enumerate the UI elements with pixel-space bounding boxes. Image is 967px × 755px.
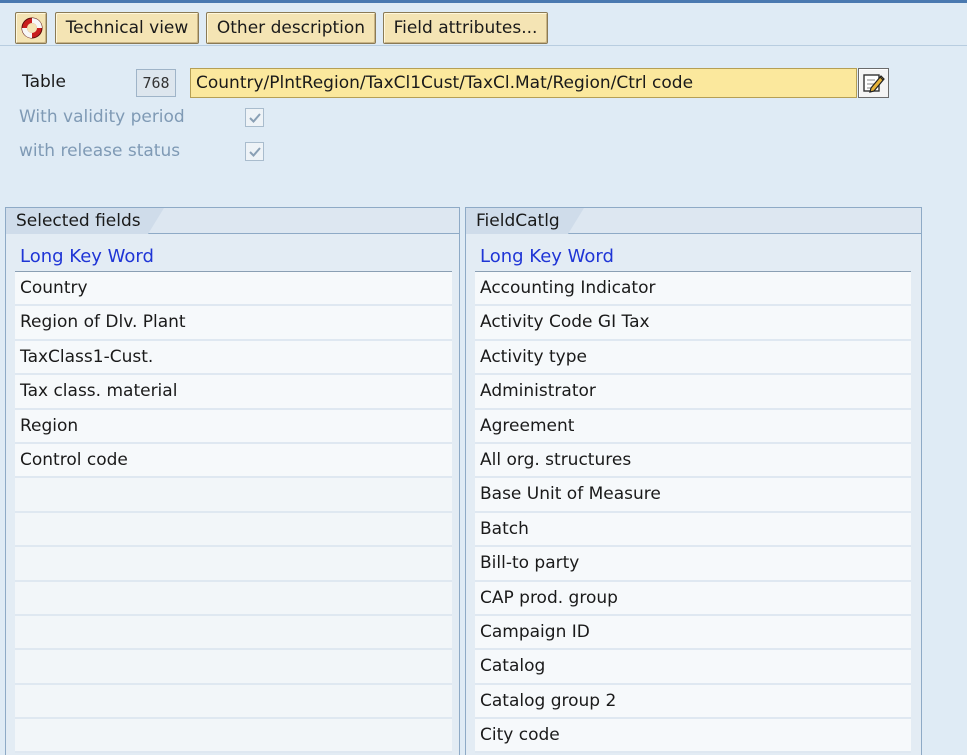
selected-field-row[interactable] — [15, 547, 452, 582]
technical-view-button[interactable]: Technical view — [55, 12, 199, 44]
catalog-field-row[interactable]: CAP prod. group — [475, 581, 911, 616]
catalog-field-row[interactable]: Catalog — [475, 650, 911, 685]
release-status-label: with release status — [19, 141, 181, 161]
selected-field-row[interactable]: Tax class. material — [15, 375, 452, 410]
checkmark-icon — [249, 147, 261, 157]
selected-field-row[interactable]: Country — [15, 272, 452, 307]
catalog-field-row[interactable]: Batch — [475, 512, 911, 548]
table-number-field: 768 — [136, 69, 176, 97]
catalog-field-row[interactable]: Accounting Indicator — [475, 272, 911, 307]
selected-field-row[interactable] — [15, 650, 452, 685]
catalog-field-row[interactable]: City code — [475, 719, 911, 754]
catalog-field-row[interactable]: All org. structures — [475, 443, 911, 479]
selected-field-row[interactable] — [15, 581, 452, 616]
catalog-field-row[interactable]: Campaign ID — [475, 615, 911, 651]
selected-field-row[interactable]: TaxClass1-Cust. — [15, 340, 452, 376]
catalog-field-row[interactable]: Administrator — [475, 375, 911, 410]
selected-fields-panel: Selected fields Long Key Word Country Re… — [5, 207, 460, 755]
selected-field-row[interactable]: Control code — [15, 443, 452, 479]
catalog-field-row[interactable]: Activity type — [475, 340, 911, 376]
selected-fields-column-header[interactable]: Long Key Word — [15, 241, 452, 272]
selected-field-row[interactable]: Region of Dlv. Plant — [15, 306, 452, 341]
selected-field-row[interactable] — [15, 684, 452, 720]
selected-field-row[interactable] — [15, 478, 452, 513]
application-toolbar: Technical view Other description Field a… — [0, 0, 967, 46]
catalog-field-row[interactable]: Agreement — [475, 409, 911, 444]
table-label: Table — [22, 72, 66, 92]
validity-period-checkbox[interactable] — [245, 108, 264, 127]
selected-field-row[interactable] — [15, 615, 452, 651]
validity-period-label: With validity period — [19, 107, 185, 127]
catalog-field-row[interactable]: Bill-to party — [475, 547, 911, 582]
table-description-field[interactable]: Country/PlntRegion/TaxCl1Cust/TaxCl.Mat/… — [190, 68, 857, 98]
catalog-field-row[interactable]: Catalog group 2 — [475, 684, 911, 720]
catalog-field-row[interactable]: Activity Code GI Tax — [475, 306, 911, 341]
field-catalog-list: Accounting Indicator Activity Code GI Ta… — [475, 272, 911, 754]
other-description-button[interactable]: Other description — [206, 12, 376, 44]
selected-fields-list: Country Region of Dlv. Plant TaxClass1-C… — [15, 272, 452, 754]
field-catalog-title: FieldCatlg — [466, 208, 584, 234]
catalog-field-row[interactable]: Base Unit of Measure — [475, 478, 911, 513]
edit-description-button[interactable] — [858, 68, 889, 98]
sap-lifebuoy-icon[interactable] — [15, 12, 47, 44]
field-attributes-button[interactable]: Field attributes... — [383, 12, 548, 44]
pencil-edit-icon — [863, 74, 885, 93]
selected-field-row[interactable] — [15, 512, 452, 548]
field-catalog-column-header[interactable]: Long Key Word — [475, 241, 911, 272]
field-catalog-panel: FieldCatlg Long Key Word Accounting Indi… — [465, 207, 922, 755]
checkmark-icon — [249, 113, 261, 123]
selected-field-row[interactable]: Region — [15, 409, 452, 444]
selected-fields-title: Selected fields — [6, 208, 164, 234]
release-status-checkbox[interactable] — [245, 142, 264, 161]
selected-field-row[interactable] — [15, 719, 452, 754]
